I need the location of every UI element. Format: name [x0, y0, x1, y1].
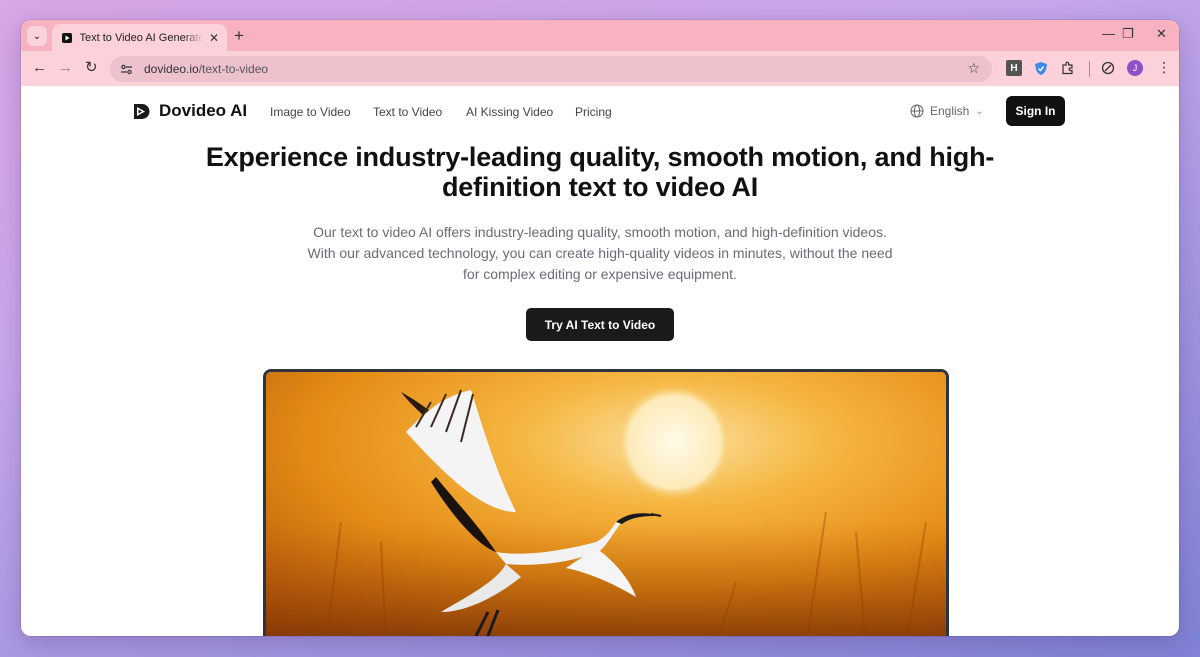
language-selector[interactable]: English ⌄ — [910, 104, 984, 118]
site-logo[interactable]: Dovideo AI — [132, 101, 247, 121]
address-bar[interactable]: dovideo.io/text-to-video ☆ — [110, 56, 992, 82]
toolbar-divider — [1089, 61, 1090, 77]
hero-description: Our text to video AI offers industry-lea… — [307, 224, 893, 282]
reload-icon[interactable]: ↻ — [85, 60, 98, 76]
hero-title: Experience industry-leading quality, smo… — [205, 142, 995, 202]
close-tab-icon[interactable]: ✕ — [209, 31, 219, 45]
close-window-icon[interactable]: ✕ — [1156, 26, 1167, 42]
url-domain: dovideo.io — [144, 62, 199, 76]
crane-sunset-image — [266, 372, 946, 636]
dovideo-favicon-icon — [60, 31, 74, 45]
active-tab[interactable]: Text to Video AI Generator: Turn ✕ — [52, 24, 227, 51]
language-label: English — [930, 104, 970, 118]
minimize-icon[interactable]: — — [1102, 26, 1115, 41]
try-text-to-video-button[interactable]: Try AI Text to Video — [526, 308, 674, 341]
browser-menu-icon[interactable]: ⋮ — [1157, 59, 1171, 76]
tab-strip: ⌄ Text to Video AI Generator: Turn ✕ + —… — [21, 20, 1179, 51]
chevron-down-icon: ⌄ — [975, 105, 984, 117]
site-settings-icon[interactable] — [118, 61, 134, 77]
nav-ai-kissing-video[interactable]: AI Kissing Video — [466, 105, 553, 119]
globe-icon — [910, 104, 924, 118]
dovideo-logo-icon — [134, 103, 150, 119]
nav-pricing[interactable]: Pricing — [575, 105, 612, 119]
new-tab-plus-icon[interactable]: + — [234, 27, 244, 44]
hero-video-preview[interactable] — [263, 369, 949, 636]
url-path: /text-to-video — [198, 62, 269, 76]
tab-title: Text to Video AI Generator: Turn — [79, 31, 203, 44]
url-text: dovideo.io/text-to-video — [144, 62, 268, 76]
profile-avatar[interactable]: J — [1127, 60, 1143, 76]
extension-h-icon[interactable]: H — [1006, 60, 1022, 76]
nav-text-to-video[interactable]: Text to Video — [373, 105, 442, 119]
forward-arrow-icon[interactable]: → — [58, 60, 73, 76]
browser-window: ⌄ Text to Video AI Generator: Turn ✕ + —… — [21, 20, 1179, 636]
web-page: Dovideo AI Image to Video Text to Video … — [21, 86, 1179, 636]
leaf-extension-icon[interactable] — [1100, 60, 1116, 76]
extensions-puzzle-icon[interactable] — [1060, 60, 1076, 76]
sign-in-button[interactable]: Sign In — [1006, 96, 1065, 126]
back-arrow-icon[interactable]: ← — [32, 60, 47, 76]
restore-icon[interactable]: ❐ — [1122, 26, 1134, 42]
tab-search-button[interactable]: ⌄ — [27, 26, 47, 46]
bookmark-star-icon[interactable]: ☆ — [967, 60, 980, 77]
browser-toolbar: ← → ↻ dovideo.io/text-to-video ☆ H J ⋮ — [21, 51, 1179, 86]
nav-image-to-video[interactable]: Image to Video — [270, 105, 351, 119]
shield-extension-icon[interactable] — [1033, 60, 1049, 76]
brand-name: Dovideo AI — [159, 101, 248, 120]
chevron-down-icon: ⌄ — [32, 30, 42, 42]
site-header: Dovideo AI Image to Video Text to Video … — [21, 86, 1179, 134]
